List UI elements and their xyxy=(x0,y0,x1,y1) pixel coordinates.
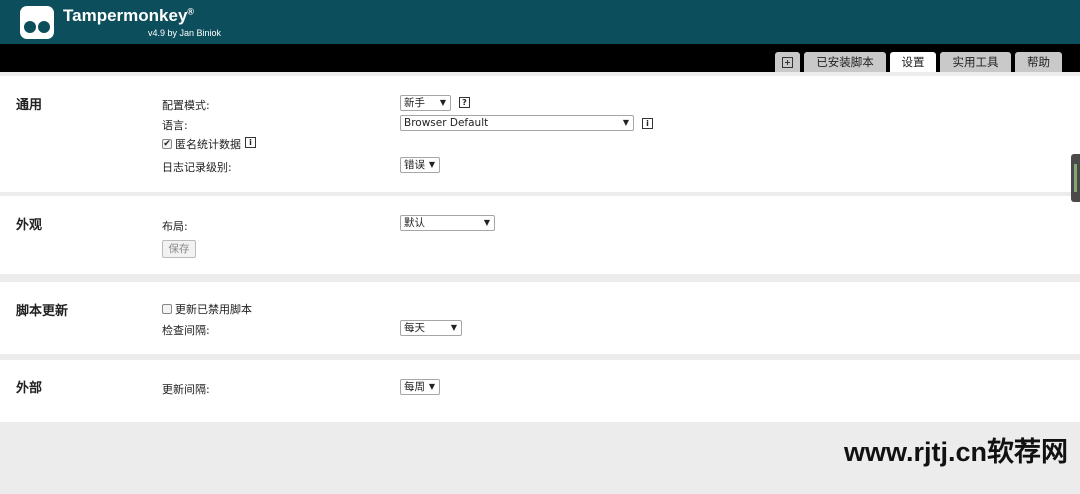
language-value: Browser Default xyxy=(404,117,489,129)
update-interval-value: 每周 xyxy=(404,381,425,393)
update-interval-label: 更新间隔: xyxy=(162,383,210,396)
layout-select[interactable]: 默认 ▼ xyxy=(400,215,495,231)
side-panel-handle[interactable] xyxy=(1071,154,1080,202)
language-label: 语言: xyxy=(162,119,188,132)
section-script-update: 脚本更新 更新已禁用脚本 检查间隔: 每天 ▼ xyxy=(0,282,1080,354)
app-header: Tampermonkey® v4.9 by Jan Biniok xyxy=(0,0,1080,44)
tab-help[interactable]: 帮助 xyxy=(1015,52,1062,72)
log-level-value: 错误 xyxy=(404,159,425,171)
check-interval-value: 每天 xyxy=(404,322,425,334)
chevron-down-icon: ▼ xyxy=(483,218,490,227)
app-title: Tampermonkey® xyxy=(63,6,195,25)
section-appearance: 外观 布局: 默认 ▼ 保存 xyxy=(0,196,1080,274)
config-mode-select[interactable]: 新手 ▼ xyxy=(400,95,451,111)
help-icon[interactable]: ? xyxy=(459,97,470,108)
tab-new-script[interactable] xyxy=(775,52,800,72)
chevron-down-icon: ▼ xyxy=(450,323,457,332)
section-title-external: 外部 xyxy=(16,381,43,396)
config-mode-label: 配置模式: xyxy=(162,99,210,112)
update-interval-select[interactable]: 每周 ▼ xyxy=(400,379,440,395)
update-disabled-label: 更新已禁用脚本 xyxy=(175,303,252,316)
chevron-down-icon: ▼ xyxy=(428,382,435,391)
chevron-down-icon: ▼ xyxy=(439,98,446,107)
section-title-general: 通用 xyxy=(16,98,43,113)
tab-utilities[interactable]: 实用工具 xyxy=(940,52,1011,72)
plus-square-icon xyxy=(782,57,793,68)
watermark-text: www.rjtj.cn软荐网 xyxy=(844,437,1069,467)
section-title-appearance: 外观 xyxy=(16,218,43,233)
section-title-script-update: 脚本更新 xyxy=(16,304,69,319)
info-icon[interactable]: i xyxy=(642,118,653,129)
update-disabled-checkbox[interactable] xyxy=(162,304,172,314)
section-external: 外部 更新间隔: 每周 ▼ xyxy=(0,360,1080,422)
chevron-down-icon: ▼ xyxy=(428,160,435,169)
chevron-down-icon: ▼ xyxy=(622,118,629,127)
tampermonkey-logo-icon xyxy=(20,6,54,39)
tab-settings[interactable]: 设置 xyxy=(890,52,936,72)
section-general: 通用 配置模式: 新手 ▼ ? 语言: Browser Default ▼ i ✔ … xyxy=(0,76,1080,192)
layout-label: 布局: xyxy=(162,220,188,233)
info-icon[interactable]: i xyxy=(245,137,256,148)
anon-stats-label: 匿名统计数据 xyxy=(175,138,241,151)
language-select[interactable]: Browser Default ▼ xyxy=(400,115,634,131)
log-level-label: 日志记录级别: xyxy=(162,161,232,174)
anon-stats-checkbox[interactable]: ✔ xyxy=(162,139,172,149)
layout-value: 默认 xyxy=(404,217,425,229)
tab-bar: 已安装脚本 设置 实用工具 帮助 xyxy=(0,44,1080,72)
save-button[interactable]: 保存 xyxy=(162,240,196,258)
config-mode-value: 新手 xyxy=(404,97,425,109)
check-interval-label: 检查间隔: xyxy=(162,324,210,337)
app-version: v4.9 by Jan Biniok xyxy=(148,28,222,38)
log-level-select[interactable]: 错误 ▼ xyxy=(400,157,440,173)
tab-installed-scripts[interactable]: 已安装脚本 xyxy=(804,52,886,72)
check-interval-select[interactable]: 每天 ▼ xyxy=(400,320,462,336)
